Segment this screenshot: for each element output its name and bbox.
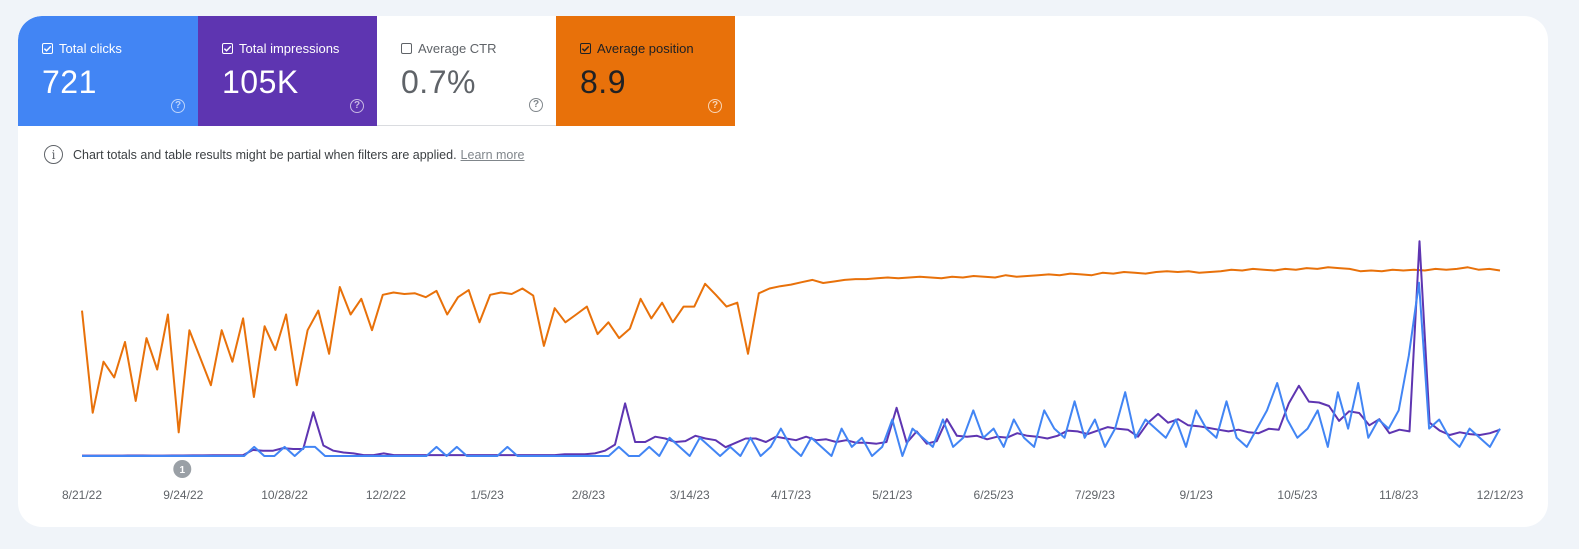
x-tick-label: 12/12/23 bbox=[1477, 488, 1524, 502]
x-tick-label: 3/14/23 bbox=[670, 488, 710, 502]
x-tick-label: 6/25/23 bbox=[974, 488, 1014, 502]
x-tick-label: 10/5/23 bbox=[1277, 488, 1317, 502]
x-tick-label: 2/8/23 bbox=[572, 488, 606, 502]
x-tick-label: 4/17/23 bbox=[771, 488, 811, 502]
performance-card: Total clicks 721 ? Total impressions 105… bbox=[18, 16, 1548, 527]
x-tick-label: 1/5/23 bbox=[470, 488, 504, 502]
x-tick-label: 12/2/22 bbox=[366, 488, 406, 502]
x-tick-label: 9/24/22 bbox=[163, 488, 203, 502]
x-tick-label: 5/21/23 bbox=[872, 488, 912, 502]
annotation-marker[interactable]: 1 bbox=[173, 460, 192, 478]
series-line-total-impressions bbox=[82, 240, 1501, 457]
x-tick-label: 7/29/23 bbox=[1075, 488, 1115, 502]
performance-chart: 8/21/22 9/24/22 10/28/22 12/2/22 1/5/23 2/8/2… bbox=[62, 240, 1524, 502]
x-tick-label: 8/21/22 bbox=[62, 488, 102, 502]
x-tick-label: 10/28/22 bbox=[261, 488, 308, 502]
x-tick-label: 11/8/23 bbox=[1379, 488, 1418, 502]
x-tick-label: 9/1/23 bbox=[1179, 488, 1213, 502]
annotation-label: 1 bbox=[180, 465, 186, 476]
